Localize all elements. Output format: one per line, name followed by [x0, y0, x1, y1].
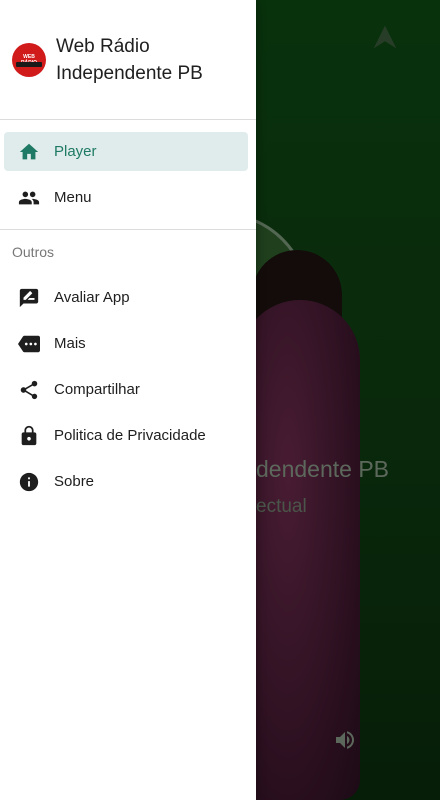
- info-icon: [18, 471, 40, 493]
- nav-item-player[interactable]: Player: [4, 132, 248, 171]
- navigation-drawer: WEB RÁDIO Web Rádio Independente PB Play…: [0, 0, 256, 800]
- nav-item-label: Avaliar App: [54, 289, 130, 306]
- lock-icon: [18, 425, 40, 447]
- app-title: Web Rádio Independente PB: [56, 35, 203, 84]
- drawer-header: WEB RÁDIO Web Rádio Independente PB: [0, 0, 256, 120]
- app-logo: WEB RÁDIO: [12, 42, 46, 77]
- nav-item-label: Menu: [54, 189, 92, 206]
- nav-item-avaliar-app[interactable]: Avaliar App: [4, 278, 248, 317]
- nav-item-compartilhar[interactable]: Compartilhar: [4, 370, 248, 409]
- nav-item-label: Sobre: [54, 473, 95, 490]
- primary-nav: Player Menu: [0, 120, 256, 217]
- share-icon: [18, 379, 40, 401]
- people-icon: [18, 187, 40, 209]
- home-icon: [18, 141, 40, 163]
- nav-item-label: Compartilhar: [54, 381, 140, 398]
- nav-item-label: Politica de Privacidade: [54, 427, 206, 444]
- nav-item-politica-privacidade[interactable]: Politica de Privacidade: [4, 416, 248, 455]
- nav-item-menu[interactable]: Menu: [4, 178, 248, 217]
- nav-item-sobre[interactable]: Sobre: [4, 462, 248, 501]
- section-label-outros: Outros: [12, 244, 55, 260]
- nav-item-mais[interactable]: Mais: [4, 324, 248, 363]
- nav-item-label: Mais: [54, 335, 86, 352]
- more-tag-icon: [18, 333, 40, 355]
- nav-item-label: Player: [54, 143, 97, 160]
- secondary-nav: Avaliar App Mais Compartilhar Politica d…: [0, 278, 256, 501]
- rate-review-icon: [18, 287, 40, 309]
